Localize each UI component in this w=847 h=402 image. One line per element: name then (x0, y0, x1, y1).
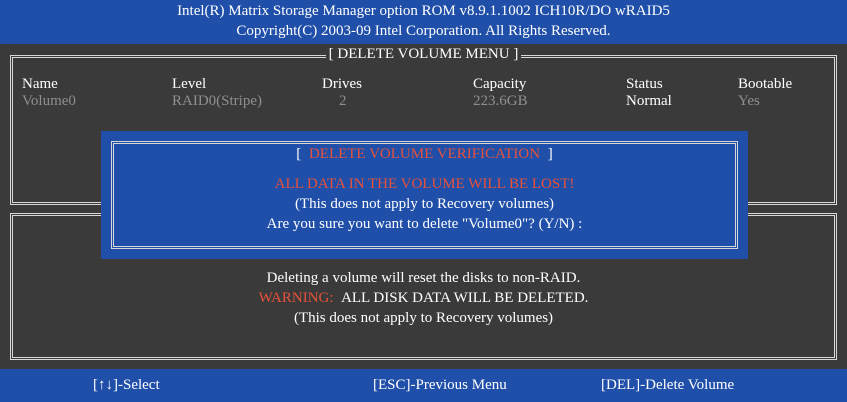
dialog-title-close-bracket: ] (542, 146, 555, 162)
volume-capacity-cell: 223.6GB (473, 93, 528, 109)
column-header-status: Status (626, 76, 663, 92)
warning-text: ALL DISK DATA WILL BE DELETED. (341, 290, 589, 306)
warning-label: WARNING: (258, 290, 334, 306)
title-bar: Intel(R) Matrix Storage Manager option R… (0, 0, 847, 44)
volume-status-cell: Normal (626, 93, 672, 109)
copyright-text: Copyright(C) 2003-09 Intel Corporation. … (236, 23, 611, 39)
column-header-bootable: Bootable (738, 76, 793, 92)
drives-column: Drives 2 (322, 76, 362, 110)
volume-name-cell[interactable]: Volume0 (22, 93, 76, 110)
info-recovery-note: (This does not apply to Recovery volumes… (293, 310, 554, 326)
column-header-capacity: Capacity (473, 76, 527, 92)
previous-menu-key-hint: [ESC]-Previous Menu (373, 377, 507, 393)
bootable-column: Bootable Yes (738, 76, 792, 110)
volume-level-cell: RAID0(Stripe) (172, 93, 262, 109)
dialog-title-text: DELETE VOLUME VERIFICATION (306, 146, 543, 162)
dialog-note-text: (This does not apply to Recovery volumes… (294, 196, 555, 212)
menu-title: [ DELETE VOLUME MENU ] (325, 46, 522, 62)
column-header-name: Name (22, 76, 58, 92)
status-column: Status Normal (626, 76, 672, 110)
key-help-bar: [↑↓]-Select [ESC]-Previous Menu [DEL]-De… (0, 369, 847, 402)
column-header-drives: Drives (322, 76, 362, 92)
delete-volume-key-hint: [DEL]-Delete Volume (601, 377, 735, 393)
rom-version-text: Intel(R) Matrix Storage Manager option R… (177, 3, 670, 19)
dialog-warning-text: ALL DATA IN THE VOLUME WILL BE LOST! (274, 176, 575, 192)
capacity-column: Capacity 223.6GB (473, 76, 528, 110)
select-key-hint: [↑↓]-Select (93, 377, 160, 393)
info-text-block: Deleting a volume will reset the disks t… (10, 268, 837, 328)
dialog-title: [ DELETE VOLUME VERIFICATION ] (292, 146, 557, 162)
name-column: Name Volume0 (22, 76, 76, 110)
volume-bootable-cell: Yes (738, 93, 760, 109)
dialog-title-open-bracket: [ (294, 146, 307, 162)
info-reset-text: Deleting a volume will reset the disks t… (266, 270, 581, 286)
column-header-level: Level (172, 76, 207, 92)
level-column: Level RAID0(Stripe) (172, 76, 262, 110)
volume-drives-cell: 2 (339, 93, 347, 109)
info-warning-line: WARNING: ALL DISK DATA WILL BE DELETED. (10, 288, 837, 308)
delete-verification-dialog[interactable]: [ DELETE VOLUME VERIFICATION ] ALL DATA … (101, 131, 748, 259)
dialog-frame: [ DELETE VOLUME VERIFICATION ] ALL DATA … (111, 141, 738, 249)
volume-table: Name Volume0 Level RAID0(Stripe) Drives … (22, 76, 842, 112)
dialog-confirm-prompt[interactable]: Are you sure you want to delete "Volume0… (114, 214, 735, 234)
